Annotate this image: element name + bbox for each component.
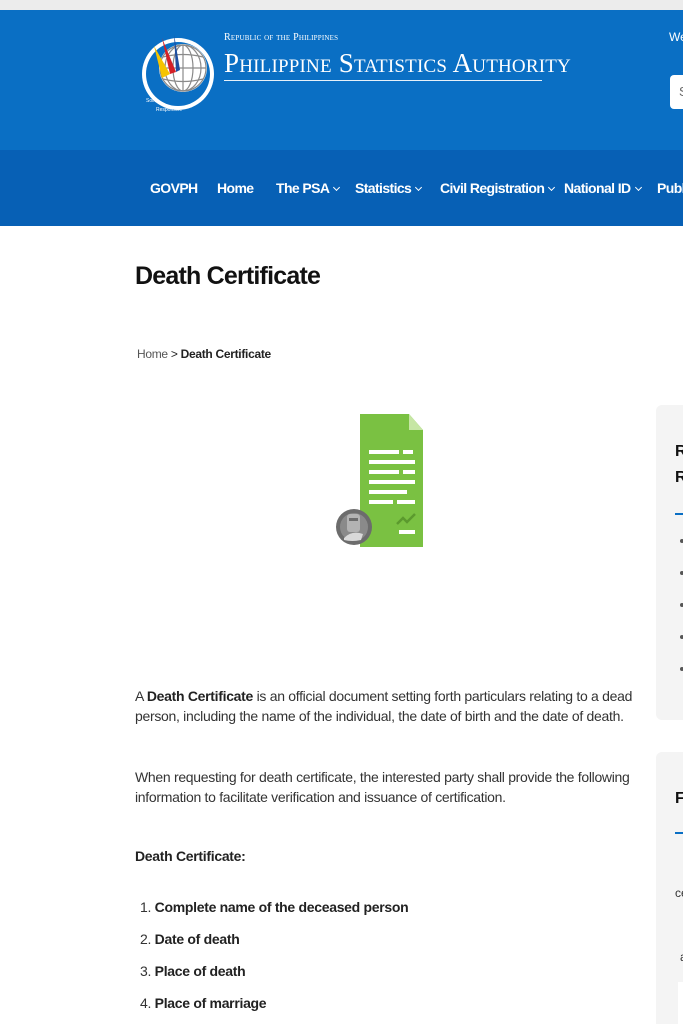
nav-item-the-psa[interactable]: The PSA [276, 180, 341, 196]
main-nav: GOVPH Home The PSA Statistics Civil Regi… [0, 150, 683, 226]
death-certificate-document-icon [336, 414, 423, 547]
page-title: Death Certificate [135, 262, 321, 290]
search-input[interactable]: S [670, 75, 683, 109]
browser-top-strip [0, 0, 683, 10]
welcome-text: We [669, 30, 683, 44]
list-item: 3. Place of death [140, 963, 246, 979]
sidebar-card-title: F [675, 790, 683, 807]
list-item: 2. Date of death [140, 931, 240, 947]
nav-item-home[interactable]: Home [217, 180, 254, 196]
agency-name[interactable]: Philippine Statistics Authority [224, 48, 571, 78]
psa-seal-logo[interactable]: Solid Responsive [140, 16, 216, 122]
breadcrumb-home-link[interactable]: Home [137, 347, 168, 361]
requirements-heading: Death Certificate: [135, 848, 246, 864]
nav-item-civil-registration[interactable]: Civil Registration [440, 180, 556, 196]
svg-text:Responsive: Responsive [156, 107, 182, 113]
request-paragraph: When requesting for death certificate, t… [135, 769, 630, 805]
nav-item-publications[interactable]: Publi [657, 180, 683, 196]
intro-paragraph: A Death Certificate is an official docum… [135, 688, 633, 724]
svg-text:Solid: Solid [146, 98, 157, 104]
chevron-down-icon [634, 183, 642, 192]
chevron-down-icon [333, 183, 341, 192]
sidebar-card-text: ce [675, 886, 683, 900]
list-item: 4. Place of marriage [140, 995, 267, 1011]
chevron-down-icon [548, 183, 556, 192]
agency-underline [224, 80, 542, 81]
sidebar-card-second: F ce a [656, 752, 683, 1024]
nav-item-govph[interactable]: GOVPH [150, 180, 198, 196]
sidebar-card-rule [675, 513, 683, 515]
nav-item-national-id[interactable]: National ID [564, 180, 642, 196]
sidebar-card-related: R R [656, 405, 683, 720]
sidebar-card-title-line2: R [675, 469, 683, 486]
sidebar-card-rule [675, 832, 683, 834]
breadcrumb: Home > Death Certificate [137, 347, 271, 361]
nav-item-statistics[interactable]: Statistics [355, 180, 423, 196]
sidebar-card-input[interactable] [678, 982, 683, 1024]
breadcrumb-separator: > [170, 347, 178, 361]
sidebar-card-title: R [675, 443, 683, 460]
chevron-down-icon [415, 183, 423, 192]
republic-label: Republic of the Philippines [224, 32, 339, 43]
requirements-list: 1. Complete name of the deceased person … [140, 896, 540, 1024]
list-item: 1. Complete name of the deceased person [140, 899, 409, 915]
site-header: Solid Responsive Republic of the Philipp… [0, 10, 683, 150]
breadcrumb-current: Death Certificate [180, 347, 272, 361]
